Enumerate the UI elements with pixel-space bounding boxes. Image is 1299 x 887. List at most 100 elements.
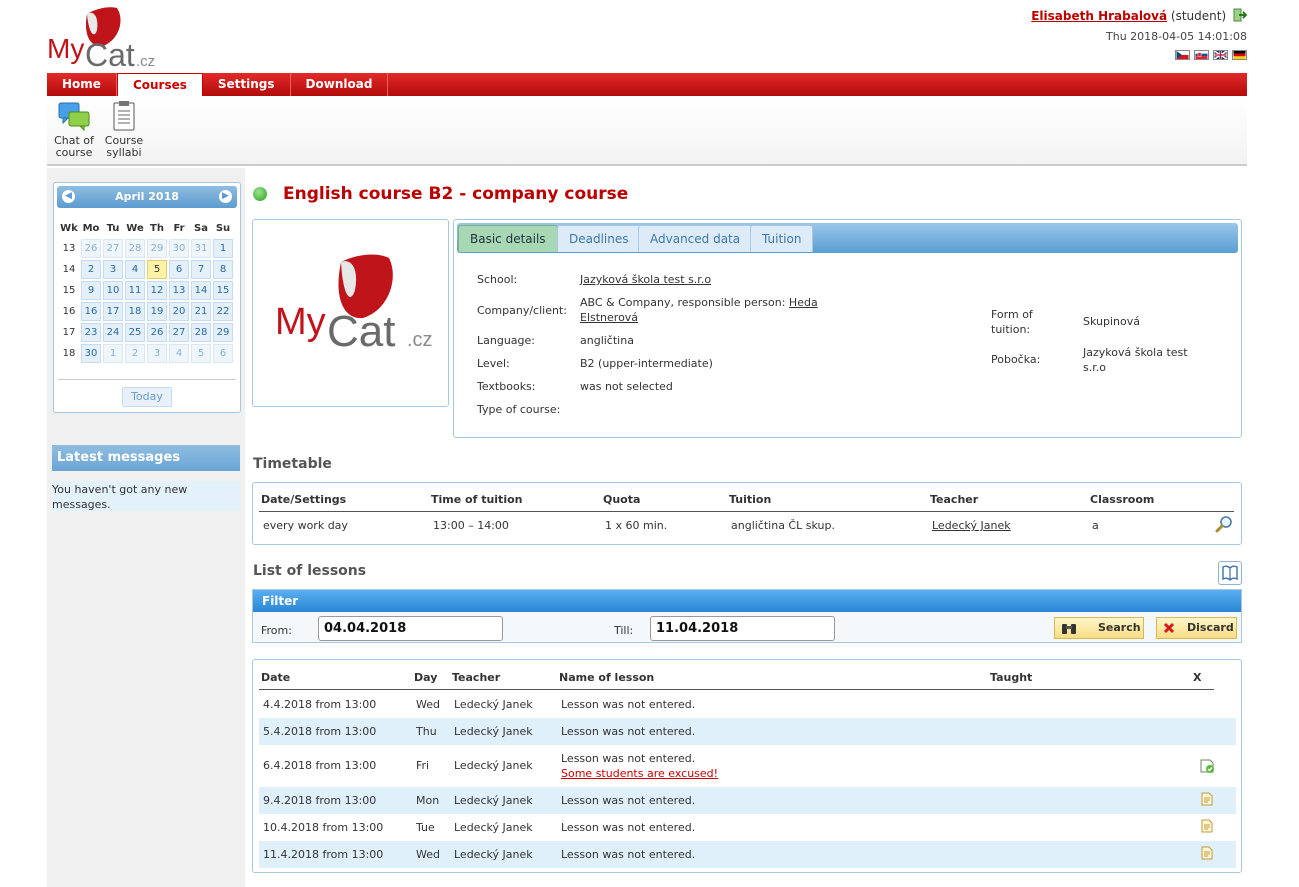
previous-month-icon[interactable]: ◀ [62,190,75,203]
lesson-teacher: Ledecký Janek [454,725,533,738]
calendar-day[interactable]: 2 [81,260,101,279]
english-flag-icon[interactable] [1213,50,1228,60]
course-details-panel: Basic details Deadlines Advanced data Tu… [453,219,1242,438]
calendar-day[interactable]: 30 [169,239,189,258]
calendar-day[interactable]: 29 [147,239,167,258]
tab-basic-details[interactable]: Basic details [458,225,558,252]
magnifier-icon[interactable] [1215,515,1233,533]
czech-flag-icon[interactable] [1175,50,1190,60]
responsible-person-link-2[interactable]: Elstnerová [580,311,638,324]
tab-tuition[interactable]: Tuition [750,225,814,252]
table-row[interactable]: 10.4.2018 from 13:00 Tue Ledecký Janek L… [259,814,1236,841]
slovak-flag-icon[interactable] [1194,50,1209,60]
lesson-note-icon[interactable] [1199,791,1215,807]
calendar-day[interactable]: 6 [213,344,233,363]
calendar-day[interactable]: 16 [81,302,101,321]
language-label: Language: [477,334,535,347]
calendar-day[interactable]: 5 [191,344,211,363]
table-row[interactable]: 6.4.2018 from 13:00 Fri Ledecký Janek Le… [259,745,1236,787]
calendar-day[interactable]: 25 [125,323,145,342]
calendar-day[interactable]: 8 [213,260,233,279]
calendar-day[interactable]: 5 [147,260,167,279]
form-label-1: Form of [991,308,1033,321]
calendar-day[interactable]: 17 [103,302,123,321]
calendar-day[interactable]: 18 [125,302,145,321]
tt-header-tuition: Tuition [729,493,772,506]
lesson-teacher: Ledecký Janek [454,794,533,807]
calendar-day[interactable]: 23 [81,323,101,342]
calendar-day[interactable]: 27 [103,239,123,258]
table-row[interactable]: 5.4.2018 from 13:00 Thu Ledecký Janek Le… [259,718,1236,745]
calendar-day[interactable]: 11 [125,281,145,300]
calendar-day[interactable]: 28 [125,239,145,258]
lessons-header-name: Name of lesson [559,671,655,684]
calendar-day[interactable]: 15 [213,281,233,300]
calendar-day[interactable]: 1 [103,344,123,363]
user-name-link[interactable]: Elisabeth Hrabalová [1031,9,1167,23]
book-button[interactable] [1218,561,1242,585]
tab-advanced-data[interactable]: Advanced data [638,225,753,252]
tab-deadlines[interactable]: Deadlines [557,225,641,252]
table-row[interactable]: 4.4.2018 from 13:00 Wed Ledecký Janek Le… [259,691,1236,718]
calendar-day[interactable]: 14 [191,281,211,300]
nav-tab-courses[interactable]: Courses [116,73,203,97]
user-role: (student) [1170,9,1227,23]
table-row[interactable]: 9.4.2018 from 13:00 Mon Ledecký Janek Le… [259,787,1236,814]
table-row[interactable]: 11.4.2018 from 13:00 Wed Ledecký Janek L… [259,841,1236,868]
calendar-day[interactable]: 13 [169,281,189,300]
mycat-logo[interactable]: My Cat .cz [47,6,157,72]
calendar-day[interactable]: 2 [125,344,145,363]
tt-header-rule [259,511,1234,512]
course-toolbar: Chat of course Course syllabi [47,96,1247,166]
lesson-note-icon[interactable] [1199,845,1215,861]
calendar-day[interactable]: 27 [169,323,189,342]
calendar-day[interactable]: 30 [81,344,101,363]
syllabi-label-2: syllabi [106,146,142,159]
calendar-day[interactable]: 9 [81,281,101,300]
calendar-day[interactable]: 26 [147,323,167,342]
lesson-entered-icon[interactable] [1199,758,1215,774]
calendar-day[interactable]: 26 [81,239,101,258]
calendar-day[interactable]: 28 [191,323,211,342]
calendar-day[interactable]: 6 [169,260,189,279]
till-date-input[interactable]: 11.04.2018 [650,616,835,641]
from-date-input[interactable]: 04.04.2018 [318,616,503,641]
calendar-day[interactable]: 7 [191,260,211,279]
calendar-day[interactable]: 29 [213,323,233,342]
calendar-day[interactable]: 12 [147,281,167,300]
calendar-day[interactable]: 24 [103,323,123,342]
lesson-day: Fri [416,759,430,772]
nav-tab-home[interactable]: Home [47,73,117,96]
school-link[interactable]: Jazyková škola test s.r.o [580,273,711,286]
calendar-day[interactable]: 19 [147,302,167,321]
calendar-day[interactable]: 22 [213,302,233,321]
calendar-day[interactable]: 3 [147,344,167,363]
calendar-day[interactable]: 3 [103,260,123,279]
course-syllabi-button[interactable]: Course syllabi [100,100,148,159]
calendar-day[interactable]: 10 [103,281,123,300]
nav-tab-settings[interactable]: Settings [203,73,291,96]
till-label: Till: [614,624,634,637]
responsible-person-link-1[interactable]: Heda [789,296,818,309]
calendar-day[interactable]: 4 [169,344,189,363]
discard-button[interactable]: Discard [1156,617,1237,639]
calendar-day[interactable]: 4 [125,260,145,279]
logout-icon[interactable] [1233,8,1247,22]
nav-tab-download[interactable]: Download [291,73,389,96]
excused-students-link[interactable]: Some students are excused! [561,767,718,780]
lesson-teacher: Ledecký Janek [454,821,533,834]
calendar-day[interactable]: 1 [213,239,233,258]
search-button[interactable]: Search [1054,617,1144,639]
today-button[interactable]: Today [122,387,172,407]
next-month-icon[interactable]: ▶ [219,190,232,203]
calendar-day[interactable]: 20 [169,302,189,321]
lesson-date: 5.4.2018 from 13:00 [263,725,377,738]
calendar-day[interactable]: 21 [191,302,211,321]
lesson-note-icon[interactable] [1199,818,1215,834]
lesson-filter: Filter From: 04.04.2018 Till: 11.04.2018… [252,589,1242,643]
chat-of-course-button[interactable]: Chat of course [50,100,98,159]
calendar-day[interactable]: 31 [191,239,211,258]
german-flag-icon[interactable] [1232,50,1247,60]
language-value: angličtina [580,334,634,347]
tt-teacher-link[interactable]: Ledecký Janek [932,519,1011,532]
